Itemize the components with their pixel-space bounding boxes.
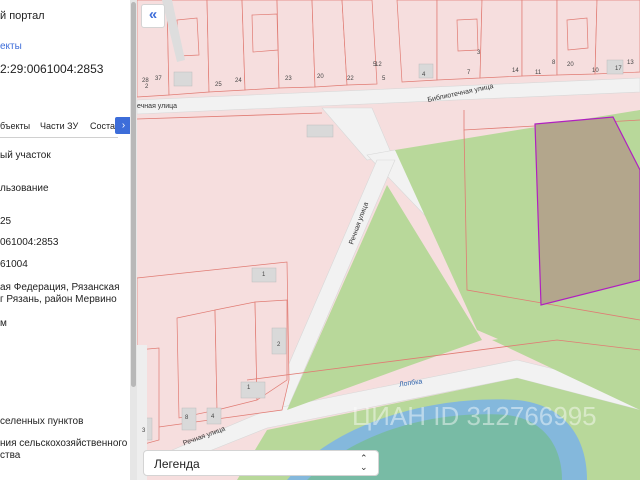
plot-number: 14 bbox=[512, 68, 519, 74]
plot-number: 1 bbox=[247, 385, 251, 391]
tab-zu-parts[interactable]: Части ЗУ bbox=[40, 120, 78, 132]
plot-number: 20 bbox=[567, 62, 574, 68]
portal-title: й портал bbox=[0, 10, 45, 22]
field-permitted-2: ства bbox=[0, 450, 21, 461]
plot-number: 22 bbox=[347, 76, 354, 82]
plot-number: 13 bbox=[627, 60, 634, 66]
tab-objects[interactable]: бъекты bbox=[0, 120, 30, 132]
plot-number: 2 bbox=[145, 84, 149, 90]
plot-number: 3 bbox=[477, 50, 481, 56]
field-usage: льзование bbox=[0, 183, 49, 194]
field-permitted-1: ния сельскохозяйственного bbox=[0, 438, 128, 449]
tabs-divider bbox=[0, 137, 118, 138]
cadastral-map[interactable]: ЦИАН ID 312766995 ечная улица Библиотечн… bbox=[137, 0, 640, 480]
chevron-updown-icon: ⌃⌄ bbox=[360, 453, 368, 472]
info-panel: й портал екты 2:29:0061004:2853 бъекты Ч… bbox=[0, 0, 137, 480]
field-category: селенных пунктов bbox=[0, 416, 84, 427]
field-quarter-num: 25 bbox=[0, 216, 12, 227]
plot-number: 5 bbox=[373, 62, 377, 68]
field-address-1: ая Федерация, Рязанская bbox=[0, 282, 120, 293]
plot-number: 23 bbox=[285, 76, 292, 82]
plot-number: 1 bbox=[262, 272, 266, 278]
street-label-upper: ечная улица bbox=[137, 103, 178, 110]
panel-scroll-thumb[interactable] bbox=[131, 2, 136, 387]
plot-number: 5 bbox=[382, 76, 386, 82]
plot-number: 8 bbox=[185, 415, 189, 421]
plot-number: 24 bbox=[235, 78, 242, 84]
plot-number: 10 bbox=[592, 68, 599, 74]
legend-label: Легенда bbox=[154, 457, 200, 471]
map-canvas: ЦИАН ID 312766995 bbox=[137, 0, 640, 480]
field-cadastral: 061004:2853 bbox=[0, 237, 59, 248]
plot-number: 2 bbox=[277, 342, 281, 348]
plot-number: 20 bbox=[317, 74, 324, 80]
objects-link[interactable]: екты bbox=[0, 41, 22, 53]
field-area: м bbox=[0, 318, 7, 329]
field-address-2: г Рязань, район Мервино bbox=[0, 294, 117, 305]
plot-number: 3 bbox=[142, 428, 146, 434]
field-quarter: 61004 bbox=[0, 259, 28, 270]
plot-number: 7 bbox=[467, 70, 471, 76]
plot-number: 25 bbox=[215, 82, 222, 88]
plot-number: 4 bbox=[211, 414, 215, 420]
plot-number: 17 bbox=[615, 66, 622, 72]
collapse-panel-button[interactable]: « bbox=[141, 4, 165, 28]
plot-number: 4 bbox=[422, 72, 426, 78]
field-type: ый участок bbox=[0, 150, 51, 161]
plot-number: 11 bbox=[535, 70, 542, 76]
plot-number: 8 bbox=[552, 60, 556, 66]
watermark: ЦИАН ID 312766995 bbox=[352, 401, 597, 431]
cadastral-number: 2:29:0061004:2853 bbox=[0, 62, 104, 76]
plot-number: 37 bbox=[155, 76, 162, 82]
selected-parcel bbox=[534, 116, 640, 306]
legend-dropdown[interactable]: Легенда ⌃⌄ bbox=[143, 450, 379, 476]
